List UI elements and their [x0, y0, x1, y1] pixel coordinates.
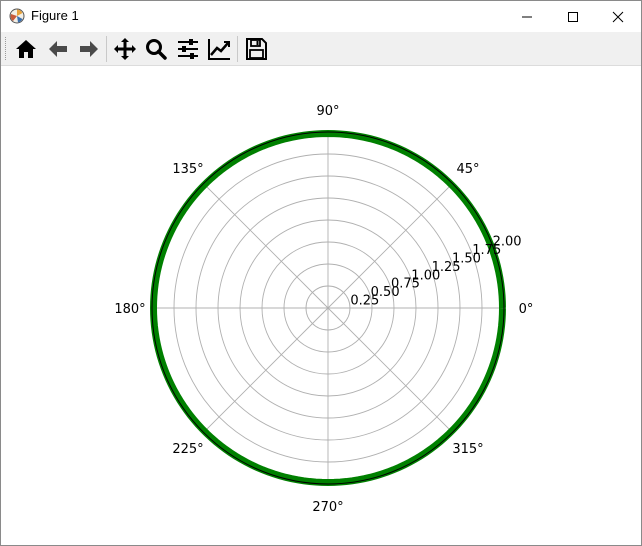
label-layer: 0°45°90°135°180°225°270°315°0.250.500.75…: [114, 104, 533, 515]
figure-window: Figure 1 0° 45° 90° 135° 180° 225° 270° …: [0, 0, 642, 546]
maximize-button[interactable]: [550, 1, 596, 32]
theta-tick-label: 315°: [452, 442, 483, 457]
edit-axes-button[interactable]: [206, 36, 232, 62]
close-button[interactable]: [595, 1, 641, 32]
move-icon: [114, 38, 136, 60]
theta-tick-label: 45°: [456, 162, 479, 177]
chart-line-icon: [208, 39, 230, 60]
home-icon: [16, 40, 36, 58]
toolbar-grip[interactable]: [5, 37, 9, 60]
arrow-left-icon: [49, 41, 67, 57]
toolbar-separator: [106, 36, 107, 62]
back-button[interactable]: [45, 36, 71, 62]
pan-button[interactable]: [112, 36, 138, 62]
theta-gridline-7: [327, 307, 453, 433]
home-button[interactable]: [13, 36, 39, 62]
save-button[interactable]: [243, 36, 269, 62]
zoom-button[interactable]: [143, 36, 169, 62]
theta-tick-label: 90°: [316, 104, 339, 119]
polar-plot[interactable]: 0°45°90°135°180°225°270°315°0.250.500.75…: [1, 66, 641, 545]
toolbar-separator: [237, 36, 238, 62]
maximize-icon: [568, 11, 578, 22]
forward-button[interactable]: [76, 36, 102, 62]
arrow-right-icon: [80, 41, 98, 57]
theta-tick-label: 225°: [172, 442, 203, 457]
theta-tick-label: 180°: [114, 302, 145, 317]
theta-gridline-3: [203, 183, 329, 309]
matplotlib-logo-icon: [9, 8, 25, 24]
theta-tick-label: 0°: [519, 302, 534, 317]
r-tick-label: 2.00: [493, 235, 522, 250]
minimize-button[interactable]: [504, 1, 550, 32]
subplots-button[interactable]: [175, 36, 201, 62]
navigation-toolbar: [1, 32, 641, 66]
window-title: Figure 1: [31, 8, 79, 23]
theta-tick-label: 135°: [172, 162, 203, 177]
floppy-disk-icon: [246, 38, 267, 60]
close-icon: [612, 11, 624, 22]
minimize-icon: [522, 16, 532, 17]
sliders-icon: [178, 39, 198, 59]
figure-canvas[interactable]: 0° 45° 90° 135° 180° 225° 270° 315° 0.25 0.50 0.75…: [1, 66, 641, 545]
theta-tick-label: 270°: [312, 500, 343, 515]
title-bar[interactable]: Figure 1: [1, 1, 641, 32]
magnifier-icon: [146, 39, 167, 60]
theta-gridline-5: [203, 307, 329, 433]
